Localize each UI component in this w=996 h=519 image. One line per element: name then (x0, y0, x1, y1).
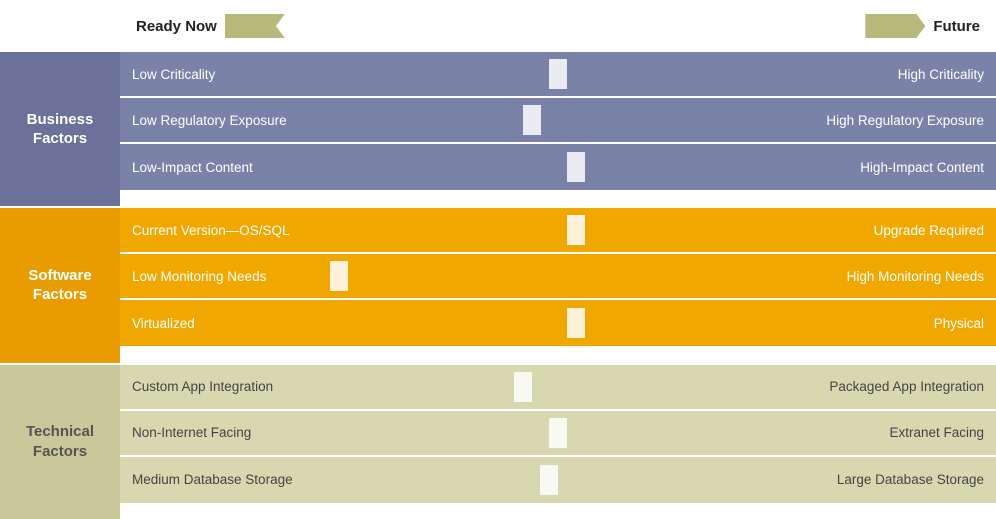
row-right-label-software-2: Physical (400, 316, 996, 331)
row-right-label-technical-2: Large Database Storage (400, 472, 996, 487)
factor-row-software-0: Current Version—OS/SQLUpgrade Required (120, 208, 996, 254)
section-technical: Technical FactorsCustom App IntegrationP… (0, 365, 996, 519)
rows-container-software: Current Version—OS/SQLUpgrade RequiredLo… (120, 208, 996, 362)
row-right-label-technical-1: Extranet Facing (400, 425, 996, 440)
section-business: Business FactorsLow CriticalityHigh Crit… (0, 52, 996, 206)
row-left-label-business-1: Low Regulatory Exposure (120, 113, 400, 128)
marker-business-2 (567, 152, 585, 182)
main-container: Ready Now Future Business FactorsLow Cri… (0, 0, 996, 519)
row-left-label-business-0: Low Criticality (120, 67, 400, 82)
header-row: Ready Now Future (0, 0, 996, 52)
marker-software-2 (567, 308, 585, 338)
header-ready: Ready Now (136, 14, 285, 38)
row-right-label-software-1: High Monitoring Needs (400, 269, 996, 284)
row-left-label-software-0: Current Version—OS/SQL (120, 223, 400, 238)
arrow-right-icon (865, 14, 925, 38)
row-left-label-software-2: Virtualized (120, 316, 400, 331)
marker-software-1 (330, 261, 348, 291)
arrow-left-icon (225, 14, 285, 38)
marker-technical-0 (514, 372, 532, 402)
row-right-label-business-0: High Criticality (400, 67, 996, 82)
row-left-label-technical-2: Medium Database Storage (120, 472, 400, 487)
future-label: Future (933, 18, 980, 35)
factor-row-software-1: Low Monitoring NeedsHigh Monitoring Need… (120, 254, 996, 300)
row-right-label-business-2: High-Impact Content (400, 160, 996, 175)
section-label-software: Software Factors (0, 208, 120, 362)
marker-technical-2 (540, 465, 558, 495)
factor-row-technical-1: Non-Internet FacingExtranet Facing (120, 411, 996, 457)
row-left-label-software-1: Low Monitoring Needs (120, 269, 400, 284)
sections-container: Business FactorsLow CriticalityHigh Crit… (0, 52, 996, 519)
row-left-label-technical-1: Non-Internet Facing (120, 425, 400, 440)
row-right-label-business-1: High Regulatory Exposure (400, 113, 996, 128)
row-right-label-software-0: Upgrade Required (400, 223, 996, 238)
factor-row-technical-0: Custom App IntegrationPackaged App Integ… (120, 365, 996, 411)
marker-software-0 (567, 215, 585, 245)
marker-business-0 (549, 59, 567, 89)
header-future: Future (865, 14, 980, 38)
factor-row-business-2: Low-Impact ContentHigh-Impact Content (120, 144, 996, 190)
factor-row-business-0: Low CriticalityHigh Criticality (120, 52, 996, 98)
rows-container-technical: Custom App IntegrationPackaged App Integ… (120, 365, 996, 519)
row-left-label-technical-0: Custom App Integration (120, 379, 400, 394)
row-right-label-technical-0: Packaged App Integration (400, 379, 996, 394)
header-content: Ready Now Future (120, 14, 996, 38)
marker-business-1 (523, 105, 541, 135)
section-software: Software FactorsCurrent Version—OS/SQLUp… (0, 208, 996, 362)
section-label-technical: Technical Factors (0, 365, 120, 519)
factor-row-business-1: Low Regulatory ExposureHigh Regulatory E… (120, 98, 996, 144)
ready-now-label: Ready Now (136, 18, 217, 35)
row-left-label-business-2: Low-Impact Content (120, 160, 400, 175)
factor-row-technical-2: Medium Database StorageLarge Database St… (120, 457, 996, 503)
section-label-business: Business Factors (0, 52, 120, 206)
marker-technical-1 (549, 418, 567, 448)
factor-row-software-2: VirtualizedPhysical (120, 300, 996, 346)
rows-container-business: Low CriticalityHigh CriticalityLow Regul… (120, 52, 996, 206)
